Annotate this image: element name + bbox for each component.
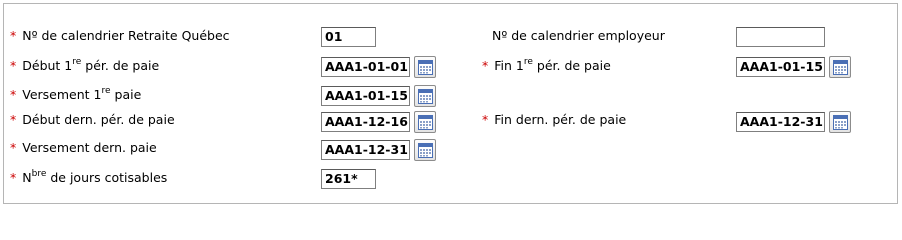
label-superscript: re bbox=[72, 56, 82, 67]
first-period-end-field[interactable]: AAA1-01-15 bbox=[736, 57, 825, 77]
last-period-end-field[interactable]: AAA1-12-31 bbox=[736, 112, 825, 132]
rq-calendar-number-field[interactable]: 01 bbox=[321, 27, 376, 47]
required-marker: * bbox=[10, 58, 17, 73]
last-period-start-calendar-button[interactable] bbox=[414, 111, 436, 133]
required-marker: * bbox=[10, 140, 17, 155]
last-payment-field[interactable]: AAA1-12-31 bbox=[321, 140, 410, 160]
label-text: N bbox=[22, 170, 32, 185]
label-superscript: re bbox=[523, 56, 533, 67]
label-text: Versement dern. paie bbox=[22, 140, 157, 155]
label-text: Nº de calendrier Retraite Québec bbox=[22, 28, 230, 43]
calendar-icon bbox=[418, 60, 433, 75]
calendar-icon bbox=[418, 89, 433, 104]
calendar-icon bbox=[418, 115, 433, 130]
label-text: Fin dern. pér. de paie bbox=[494, 112, 627, 127]
last-payment-calendar-button[interactable] bbox=[414, 139, 436, 161]
label-last-period-start: * Début dern. pér. de paie bbox=[10, 112, 175, 128]
required-marker: * bbox=[10, 28, 17, 43]
label-superscript: re bbox=[101, 85, 111, 96]
label-first-payment: * Versement 1re paie bbox=[10, 85, 142, 103]
label-superscript: bre bbox=[31, 168, 47, 179]
label-last-period-end: * Fin dern. pér. de paie bbox=[482, 112, 626, 128]
label-text: pér. de paie bbox=[81, 58, 160, 73]
first-period-start-calendar-button[interactable] bbox=[414, 56, 436, 78]
label-text: pér. de paie bbox=[532, 58, 611, 73]
last-period-end-calendar-button[interactable] bbox=[829, 111, 851, 133]
label-text: Nº de calendrier employeur bbox=[492, 28, 665, 43]
required-marker: * bbox=[10, 112, 17, 127]
employer-calendar-number-field[interactable] bbox=[736, 27, 825, 47]
calendar-icon bbox=[418, 143, 433, 158]
required-marker: * bbox=[10, 170, 17, 185]
required-marker: * bbox=[10, 87, 17, 102]
label-text: Fin 1 bbox=[494, 58, 524, 73]
required-marker: * bbox=[482, 58, 489, 73]
label-first-period-start: * Début 1re pér. de paie bbox=[10, 56, 160, 74]
first-period-start-field[interactable]: AAA1-01-01 bbox=[321, 57, 410, 77]
pay-calendar-form: * Nº de calendrier Retraite Québec 01 Nº … bbox=[3, 3, 898, 204]
label-text: Versement 1 bbox=[22, 87, 102, 102]
label-text: de jours cotisables bbox=[46, 170, 168, 185]
last-period-start-field[interactable]: AAA1-12-16 bbox=[321, 112, 410, 132]
required-marker: * bbox=[482, 112, 489, 127]
label-first-period-end: * Fin 1re pér. de paie bbox=[482, 56, 611, 74]
contributory-days-field[interactable]: 261* bbox=[321, 169, 376, 189]
label-rq-calendar-number: * Nº de calendrier Retraite Québec bbox=[10, 28, 230, 44]
first-payment-field[interactable]: AAA1-01-15 bbox=[321, 86, 410, 106]
label-text: Début 1 bbox=[22, 58, 73, 73]
first-period-end-calendar-button[interactable] bbox=[829, 56, 851, 78]
label-text: paie bbox=[110, 87, 142, 102]
first-payment-calendar-button[interactable] bbox=[414, 85, 436, 107]
label-last-payment: * Versement dern. paie bbox=[10, 140, 157, 156]
label-employer-calendar-number: Nº de calendrier employeur bbox=[492, 28, 665, 44]
calendar-icon bbox=[833, 60, 848, 75]
calendar-icon bbox=[833, 115, 848, 130]
label-contributory-days: * Nbre de jours cotisables bbox=[10, 168, 168, 186]
label-text: Début dern. pér. de paie bbox=[22, 112, 175, 127]
